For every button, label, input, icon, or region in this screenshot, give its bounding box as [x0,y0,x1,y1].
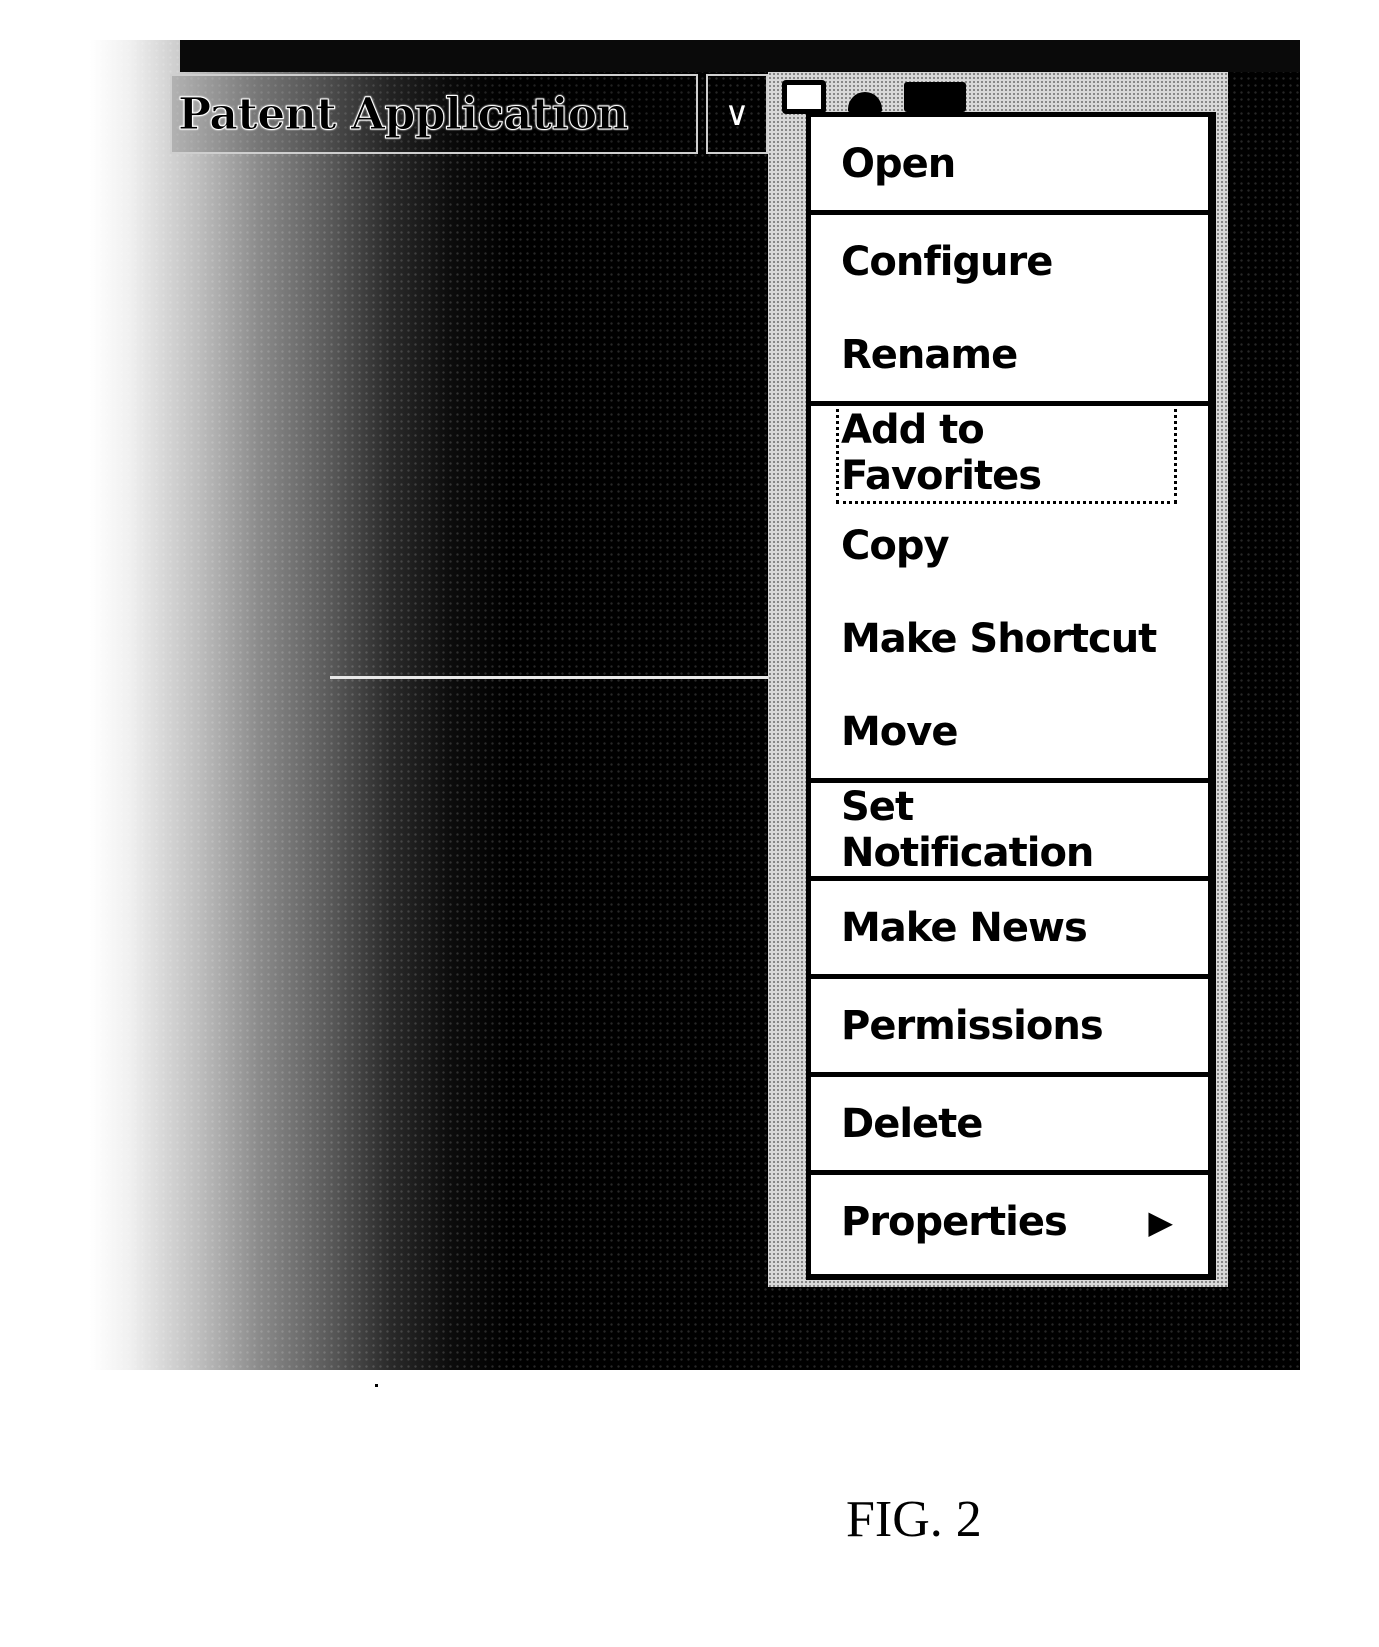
window-icon[interactable] [782,80,826,114]
menu-item-label: Permissions [841,1002,1104,1049]
menu-item-label: Make News [841,904,1088,951]
menu-item-label: Properties [841,1198,1068,1245]
menu-item-label: Add to Favorites [836,401,1177,504]
menu-item-label: Copy [841,522,950,569]
menu-group-delete: Delete [811,1077,1208,1175]
menu-group-open: Open [811,117,1208,215]
submenu-arrow-icon: ▶ [1148,1202,1173,1241]
dropdown-button[interactable]: ∨ [706,74,768,154]
menu-group-news: Make News [811,881,1208,979]
folder-icon[interactable] [904,82,966,112]
menu-item-delete[interactable]: Delete [811,1077,1208,1170]
menu-group-edit: Configure Rename [811,215,1208,406]
menu-group-properties: Properties ▶ [811,1175,1208,1268]
menu-item-make-news[interactable]: Make News [811,881,1208,974]
menu-item-configure[interactable]: Configure [811,215,1208,308]
menu-item-label: Configure [841,238,1053,285]
scan-speck [375,1384,378,1387]
menu-item-permissions[interactable]: Permissions [811,979,1208,1072]
menu-group-permissions: Permissions [811,979,1208,1077]
menu-item-label: Move [841,708,958,755]
title-field[interactable]: Patent Application [170,74,698,154]
figure-caption: FIG. 2 [846,1491,982,1548]
menu-item-rename[interactable]: Rename [811,308,1208,401]
top-bar [180,40,1300,72]
menu-item-make-shortcut[interactable]: Make Shortcut [811,592,1208,685]
menu-item-properties[interactable]: Properties ▶ [811,1175,1208,1268]
menu-item-label: Make Shortcut [841,615,1157,662]
toolbar [782,80,966,114]
title-text: Patent Application [177,88,629,140]
menu-item-set-notification[interactable]: Set Notification [811,783,1208,876]
menu-item-copy[interactable]: Copy [811,499,1208,592]
menu-item-open[interactable]: Open [811,117,1208,210]
menu-group-notification: Set Notification [811,783,1208,881]
pane-divider[interactable] [330,676,800,679]
chevron-down-icon: ∨ [724,94,750,134]
menu-group-organize: Add to Favorites Copy Make Shortcut Move [811,401,1208,783]
context-menu: Open Configure Rename Add to Favorites C… [806,112,1216,1280]
menu-item-label: Rename [841,331,1018,378]
menu-item-move[interactable]: Move [811,685,1208,778]
menu-item-label: Delete [841,1100,983,1147]
menu-item-label: Open [841,140,956,187]
menu-item-label: Set Notification [841,783,1094,876]
scan-speck [582,1340,585,1343]
menu-item-add-to-favorites[interactable]: Add to Favorites [811,401,1208,504]
hill-icon[interactable] [848,92,882,112]
